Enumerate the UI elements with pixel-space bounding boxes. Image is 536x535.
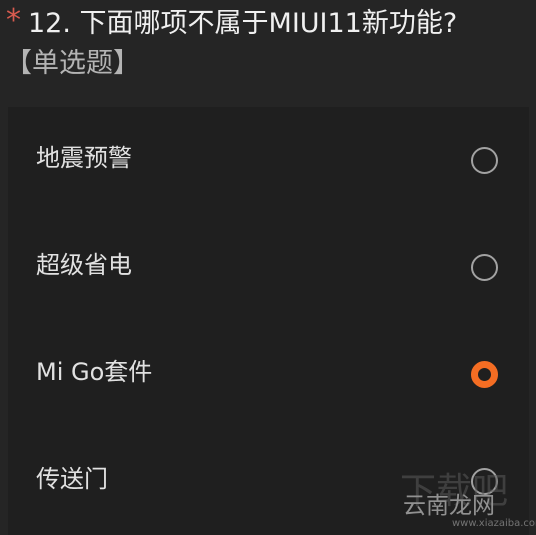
option-label: 传送门 xyxy=(36,465,108,493)
radio-unchecked-icon[interactable] xyxy=(471,254,498,281)
watermark-logo: 下载吧 云南龙网 www.xiazaiba.com xyxy=(400,471,536,531)
watermark-url: www.xiazaiba.com xyxy=(452,518,536,529)
option-label: Mi Go套件 xyxy=(36,358,153,386)
question-header: * 12. 下面哪项不属于MIUI11新功能? 【单选题】 xyxy=(0,0,536,100)
option-mi-go-kit[interactable]: Mi Go套件 xyxy=(8,321,529,428)
radio-unchecked-icon[interactable] xyxy=(471,147,498,174)
question-title: 12. 下面哪项不属于MIUI11新功能? xyxy=(28,8,458,39)
required-mark: * xyxy=(6,3,21,38)
radio-checked-icon[interactable] xyxy=(471,361,498,388)
option-earthquake-alert[interactable]: 地震预警 xyxy=(8,107,529,214)
option-label: 超级省电 xyxy=(36,251,132,279)
option-label: 地震预警 xyxy=(36,144,132,172)
option-super-power-saving[interactable]: 超级省电 xyxy=(8,214,529,321)
question-type-label: 【单选题】 xyxy=(5,48,140,79)
watermark-site-text: 云南龙网 xyxy=(403,493,495,519)
